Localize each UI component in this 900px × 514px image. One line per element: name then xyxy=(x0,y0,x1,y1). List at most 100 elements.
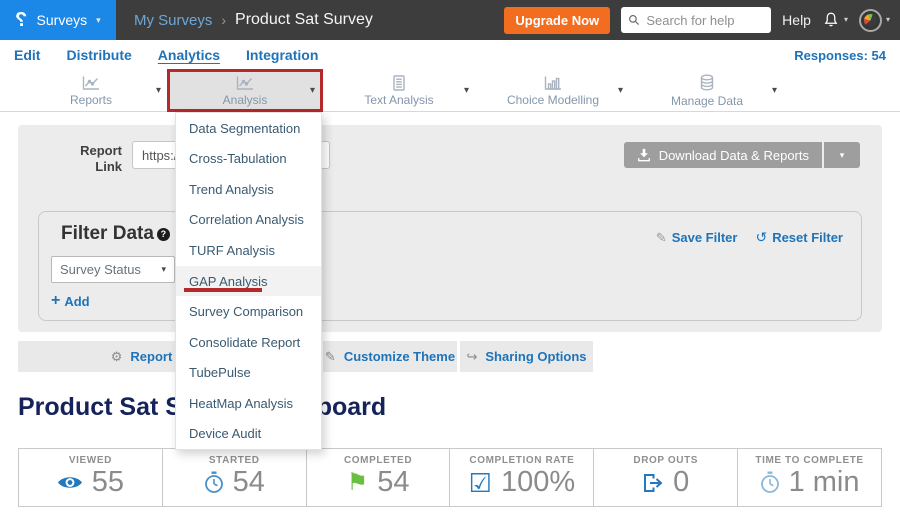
menu-item-data-segmentation[interactable]: Data Segmentation xyxy=(176,113,321,144)
menu-item-trend-analysis[interactable]: Trend Analysis xyxy=(176,174,321,205)
pencil-icon: ✎ xyxy=(325,349,336,365)
stat-drop-outs-value: 0 xyxy=(642,466,689,499)
stopwatch-icon xyxy=(760,471,780,494)
flag-icon: ⚑ xyxy=(347,471,369,495)
stat-completed: COMPLETED ⚑ 54 xyxy=(307,449,451,506)
chevron-down-icon: ▾ xyxy=(618,86,623,96)
stat-completion-rate-label: COMPLETION RATE xyxy=(469,455,574,466)
download-options-caret-button[interactable]: ▾ xyxy=(824,142,860,168)
help-tooltip-icon[interactable]: ? xyxy=(157,228,170,241)
menu-item-turf-analysis[interactable]: TURF Analysis xyxy=(176,235,321,266)
breadcrumb: My Surveys › Product Sat Survey xyxy=(134,11,373,29)
eye-icon xyxy=(57,474,83,491)
notifications-menu[interactable]: ▾ xyxy=(822,11,848,29)
reset-filter-button[interactable]: ↺ Reset Filter xyxy=(755,229,843,246)
chevron-down-icon: ▾ xyxy=(156,86,161,96)
chevron-down-icon: ▾ xyxy=(310,86,315,96)
gears-icon: ⚙ xyxy=(111,349,123,365)
dropout-exit-icon xyxy=(642,473,664,493)
filter-data-title-text: Filter Data xyxy=(61,223,154,244)
stat-time-to-complete-number: 1 min xyxy=(789,466,860,499)
menu-item-gap-analysis[interactable]: GAP Analysis xyxy=(176,266,321,297)
line-chart-icon xyxy=(235,75,255,91)
chevron-down-icon: ▾ xyxy=(772,86,777,96)
report-panel: Report Link Download Data & Reports ▾ Fi… xyxy=(18,125,882,332)
analytics-toolbar: Reports ▾ Analysis ▾ Text Analysis ▾ Cho… xyxy=(0,70,900,112)
search-input[interactable] xyxy=(646,13,764,28)
breadcrumb-current-survey: Product Sat Survey xyxy=(235,11,373,29)
toolbar-manage-data[interactable]: Manage Data ▾ xyxy=(630,70,784,111)
reset-filter-label: Reset Filter xyxy=(772,230,843,245)
database-icon xyxy=(697,74,717,92)
chevron-down-icon: ▾ xyxy=(464,86,469,96)
add-filter-label: Add xyxy=(64,294,89,309)
menu-item-correlation-analysis[interactable]: Correlation Analysis xyxy=(176,205,321,236)
share-icon: ↪ xyxy=(466,349,477,365)
nav-edit[interactable]: Edit xyxy=(14,47,40,63)
search-icon xyxy=(628,13,640,27)
stat-completion-rate-number: 100% xyxy=(501,466,575,499)
stat-drop-outs-label: DROP OUTS xyxy=(633,455,698,466)
product-switcher-label: Surveys xyxy=(37,12,88,28)
filter-data-title: Filter Data? xyxy=(61,223,170,245)
help-link[interactable]: Help xyxy=(782,12,811,28)
toolbar-reports[interactable]: Reports ▾ xyxy=(14,70,168,111)
line-chart-icon xyxy=(81,75,101,91)
report-link-label: Report Link xyxy=(58,143,122,175)
stat-viewed: VIEWED 55 xyxy=(19,449,163,506)
nav-analytics[interactable]: Analytics xyxy=(158,47,220,63)
stat-completion-rate: COMPLETION RATE ☑ 100% xyxy=(450,449,594,506)
bar-chart-icon xyxy=(543,75,563,91)
tab-sharing-options-label: Sharing Options xyxy=(485,349,586,364)
avatar xyxy=(859,9,882,32)
download-icon xyxy=(637,148,651,162)
chevron-down-icon: ▾ xyxy=(161,265,166,274)
stat-started-number: 54 xyxy=(233,466,265,499)
filter-data-section: Filter Data? ✎ Save Filter ↺ Reset Filte… xyxy=(38,211,862,321)
tab-sharing-options[interactable]: ↪ Sharing Options xyxy=(460,341,593,372)
upgrade-now-button[interactable]: Upgrade Now xyxy=(504,7,610,34)
menu-item-survey-comparison[interactable]: Survey Comparison xyxy=(176,296,321,327)
stat-completed-number: 54 xyxy=(377,466,409,499)
red-underline-annotation xyxy=(184,288,262,292)
pencil-icon: ✎ xyxy=(656,230,667,246)
stat-drop-outs: DROP OUTS 0 xyxy=(594,449,738,506)
toolbar-text-analysis[interactable]: Text Analysis ▾ xyxy=(322,70,476,111)
menu-item-device-audit[interactable]: Device Audit xyxy=(176,418,321,449)
survey-status-value: Survey Status xyxy=(60,262,141,277)
stopwatch-icon xyxy=(204,471,224,494)
menu-item-consolidate-report[interactable]: Consolidate Report xyxy=(176,327,321,358)
chevron-down-icon: ▾ xyxy=(96,16,101,25)
save-filter-label: Save Filter xyxy=(672,230,738,245)
help-search-box[interactable] xyxy=(621,7,771,33)
menu-item-cross-tabulation[interactable]: Cross-Tabulation xyxy=(176,144,321,175)
stat-completion-rate-value: ☑ 100% xyxy=(469,466,575,499)
breadcrumb-my-surveys[interactable]: My Surveys xyxy=(134,12,212,29)
add-filter-button[interactable]: + Add xyxy=(51,292,90,310)
toolbar-choice-modelling[interactable]: Choice Modelling ▾ xyxy=(476,70,630,111)
questionpro-logo-icon: ? xyxy=(15,9,27,32)
topbar: ? Surveys ▾ My Surveys › Product Sat Sur… xyxy=(0,0,900,40)
product-switcher[interactable]: ? Surveys ▾ xyxy=(0,0,116,40)
survey-nav: Edit Distribute Analytics Integration Re… xyxy=(0,40,900,70)
menu-item-heatmap-analysis[interactable]: HeatMap Analysis xyxy=(176,388,321,419)
stat-completed-value: ⚑ 54 xyxy=(347,466,410,499)
menu-item-tubepulse[interactable]: TubePulse xyxy=(176,357,321,388)
toolbar-analysis[interactable]: Analysis ▾ xyxy=(168,70,322,111)
save-filter-button[interactable]: ✎ Save Filter xyxy=(656,229,738,246)
survey-status-select[interactable]: Survey Status ▾ xyxy=(51,256,175,283)
filter-actions: ✎ Save Filter ↺ Reset Filter xyxy=(656,229,843,246)
nav-integration[interactable]: Integration xyxy=(246,47,318,63)
plus-icon: + xyxy=(51,292,60,310)
toolbar-analysis-label: Analysis xyxy=(223,93,268,107)
nav-distribute[interactable]: Distribute xyxy=(66,47,131,63)
download-data-reports-button[interactable]: Download Data & Reports xyxy=(624,142,822,168)
tab-customize-theme[interactable]: ✎ Customize Theme xyxy=(323,341,457,372)
account-menu[interactable]: ▾ xyxy=(859,9,890,32)
stat-started-label: STARTED xyxy=(209,455,260,466)
checkbox-icon: ☑ xyxy=(469,470,492,496)
responses-count: Responses: 54 xyxy=(794,48,886,63)
questionpro-analytics-page: ? Surveys ▾ My Surveys › Product Sat Sur… xyxy=(0,0,900,514)
topbar-right: Upgrade Now Help ▾ ▾ xyxy=(504,7,900,34)
gauge-icon xyxy=(864,14,877,27)
